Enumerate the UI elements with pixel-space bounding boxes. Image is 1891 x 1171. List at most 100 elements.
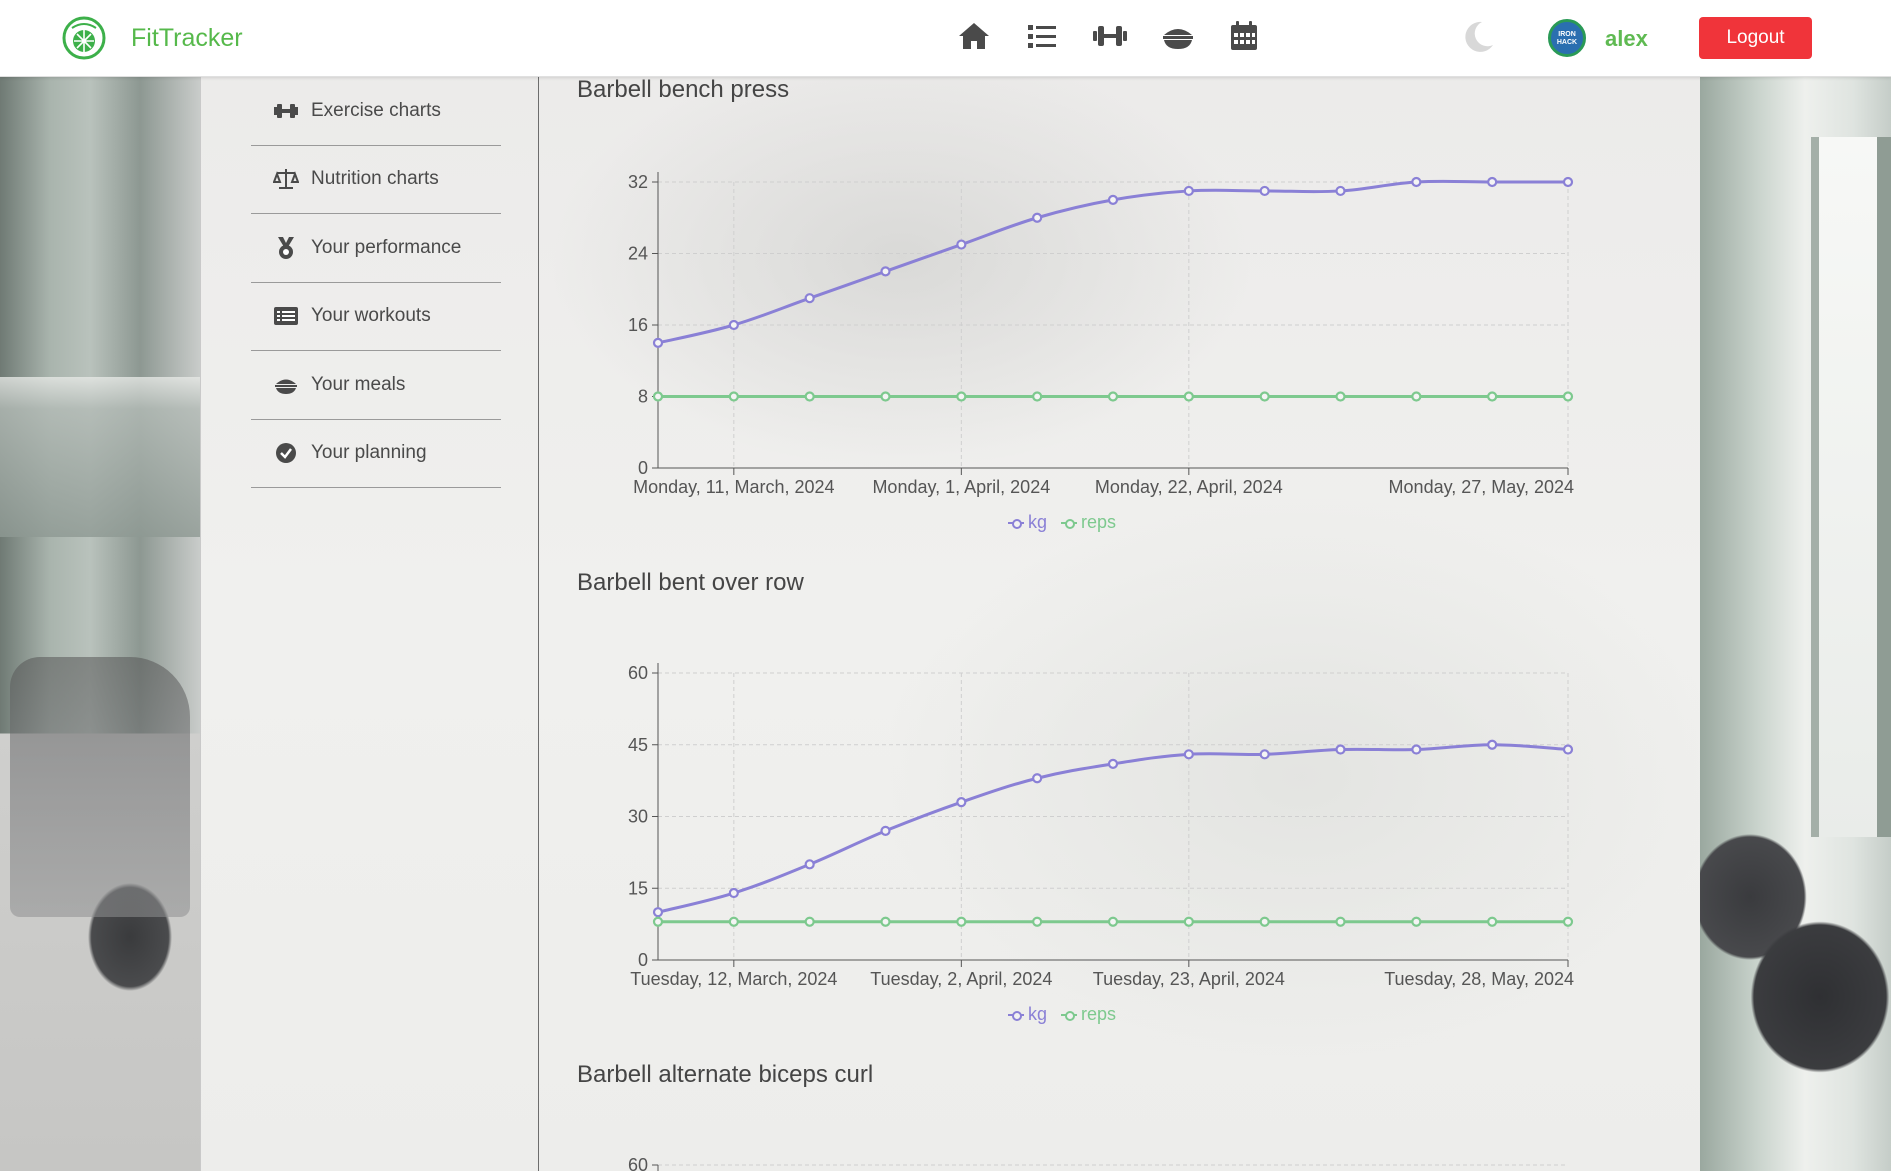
brand-name[interactable]: FitTracker bbox=[131, 24, 243, 53]
sidebar-item-your-performance[interactable]: Your performance bbox=[251, 214, 501, 283]
data-point-kg bbox=[804, 293, 815, 304]
sidebar-item-label: Nutrition charts bbox=[311, 168, 439, 190]
sidebar-item-your-planning[interactable]: Your planning bbox=[251, 420, 501, 488]
y-tick-label: 0 bbox=[638, 950, 648, 970]
legend-kg[interactable]: kg bbox=[1008, 1004, 1047, 1025]
data-point-kg bbox=[956, 797, 967, 808]
data-point-kg bbox=[1487, 176, 1498, 188]
check-circle-icon bbox=[273, 440, 299, 466]
data-point-reps bbox=[1411, 916, 1422, 927]
sidebar-item-exercise-charts[interactable]: Exercise charts bbox=[251, 77, 501, 146]
data-point-kg bbox=[728, 319, 739, 331]
data-point-reps bbox=[1107, 391, 1119, 402]
sidebar-item-label: Your meals bbox=[311, 373, 406, 395]
data-point-reps bbox=[956, 916, 967, 927]
sidebar-item-label: Your performance bbox=[311, 236, 462, 258]
sidebar-item-your-meals[interactable]: Your meals bbox=[251, 351, 501, 420]
data-point-reps bbox=[1562, 916, 1574, 927]
y-tick-label: 8 bbox=[638, 387, 648, 407]
data-point-reps bbox=[1032, 916, 1043, 927]
sidebar-item-label: Your workouts bbox=[311, 305, 431, 327]
data-point-reps bbox=[1335, 916, 1346, 927]
legend-kg[interactable]: kg bbox=[1008, 512, 1047, 533]
fittracker-logo-icon[interactable] bbox=[62, 16, 106, 60]
y-tick-label: 60 bbox=[628, 663, 648, 683]
y-tick-label: 24 bbox=[628, 244, 648, 264]
legend-reps[interactable]: reps bbox=[1061, 1004, 1116, 1025]
series-line-kg bbox=[657, 743, 1569, 914]
data-point-reps bbox=[728, 391, 739, 402]
bowl-icon[interactable] bbox=[1160, 18, 1196, 54]
avatar[interactable]: IRON HACK bbox=[1548, 19, 1586, 57]
sidebar-item-nutrition-charts[interactable]: Nutrition charts bbox=[251, 146, 501, 214]
username[interactable]: alex bbox=[1605, 26, 1648, 52]
y-tick-label: 16 bbox=[628, 315, 648, 335]
data-point-kg bbox=[1562, 744, 1574, 755]
legend-line-icon bbox=[1061, 1010, 1078, 1021]
sidebar-menu: Exercise charts Nutrition charts Your pe… bbox=[251, 77, 501, 488]
data-point-kg bbox=[1107, 194, 1119, 205]
legend-line-icon bbox=[1008, 1010, 1024, 1021]
y-tick-label: 0 bbox=[638, 458, 648, 478]
x-tick-label: Tuesday, 28, May, 2024 bbox=[1384, 969, 1574, 989]
background-gym-right bbox=[1700, 77, 1891, 1171]
data-point-kg bbox=[1562, 176, 1574, 188]
chart-bent-over-row: 0 15 30 45 60 Tuesday, 12, March, 2024 Tuesday… bbox=[628, 663, 1574, 989]
x-tick-label: Monday, 1, April, 2024 bbox=[872, 477, 1050, 497]
data-point-kg bbox=[1183, 185, 1194, 197]
data-point-kg bbox=[880, 266, 891, 277]
background-gym-left bbox=[0, 77, 200, 1171]
y-tick-label: 15 bbox=[628, 878, 648, 898]
logout-button[interactable]: Logout bbox=[1699, 17, 1812, 59]
legend-label: reps bbox=[1081, 512, 1117, 532]
list-icon[interactable] bbox=[1024, 18, 1060, 54]
data-point-reps bbox=[652, 916, 664, 927]
data-point-kg bbox=[1107, 758, 1119, 769]
data-point-reps bbox=[1183, 916, 1194, 927]
data-point-reps bbox=[1487, 916, 1498, 927]
data-point-kg bbox=[652, 907, 664, 918]
chart-legend: kg reps bbox=[1008, 1004, 1116, 1025]
data-point-reps bbox=[880, 916, 891, 927]
data-point-kg bbox=[1335, 185, 1346, 197]
medal-icon bbox=[273, 235, 299, 261]
legend-line-icon bbox=[1008, 518, 1024, 529]
data-point-kg bbox=[652, 337, 664, 348]
chart-title: Barbell alternate biceps curl bbox=[577, 1061, 874, 1088]
data-point-kg bbox=[880, 825, 891, 836]
data-point-kg bbox=[1259, 749, 1270, 760]
dumbbell-icon[interactable] bbox=[1092, 18, 1128, 54]
data-point-reps bbox=[1562, 391, 1574, 402]
legend-line-icon bbox=[1061, 518, 1078, 529]
data-point-reps bbox=[1259, 916, 1270, 927]
x-tick-label: Monday, 11, March, 2024 bbox=[633, 477, 834, 497]
data-point-kg bbox=[1259, 185, 1270, 197]
data-point-reps bbox=[1335, 391, 1346, 402]
list-alt-icon bbox=[273, 303, 299, 329]
data-point-kg bbox=[804, 859, 815, 870]
data-point-reps bbox=[1411, 391, 1422, 402]
legend-reps[interactable]: reps bbox=[1061, 512, 1116, 533]
sidebar-item-label: Your planning bbox=[311, 442, 427, 464]
scale-icon bbox=[272, 166, 300, 192]
data-point-kg bbox=[956, 239, 967, 250]
y-tick-label: 45 bbox=[628, 735, 648, 755]
x-tick-label: Tuesday, 2, April, 2024 bbox=[870, 969, 1052, 989]
moon-icon[interactable] bbox=[1460, 19, 1496, 55]
chart-bench-press: 0 8 16 24 32 Monday, 11, March, 2024 Monday, 1… bbox=[628, 172, 1574, 497]
chart-biceps-curl: 60 bbox=[628, 1155, 1568, 1171]
dumbbell-icon bbox=[273, 98, 299, 124]
x-tick-label: Tuesday, 23, April, 2024 bbox=[1093, 969, 1285, 989]
home-icon[interactable] bbox=[956, 18, 992, 54]
data-point-kg bbox=[1183, 749, 1194, 760]
legend-label: kg bbox=[1028, 512, 1048, 532]
legend-label: kg bbox=[1028, 1004, 1048, 1024]
data-point-kg bbox=[1487, 739, 1498, 750]
y-tick-label: 32 bbox=[628, 172, 648, 192]
data-point-kg bbox=[728, 887, 739, 899]
sidebar-item-your-workouts[interactable]: Your workouts bbox=[251, 283, 501, 351]
calendar-icon[interactable] bbox=[1226, 18, 1262, 54]
data-point-reps bbox=[880, 391, 891, 402]
x-tick-label: Monday, 22, April, 2024 bbox=[1095, 477, 1283, 497]
sidebar-item-label: Exercise charts bbox=[311, 99, 441, 121]
